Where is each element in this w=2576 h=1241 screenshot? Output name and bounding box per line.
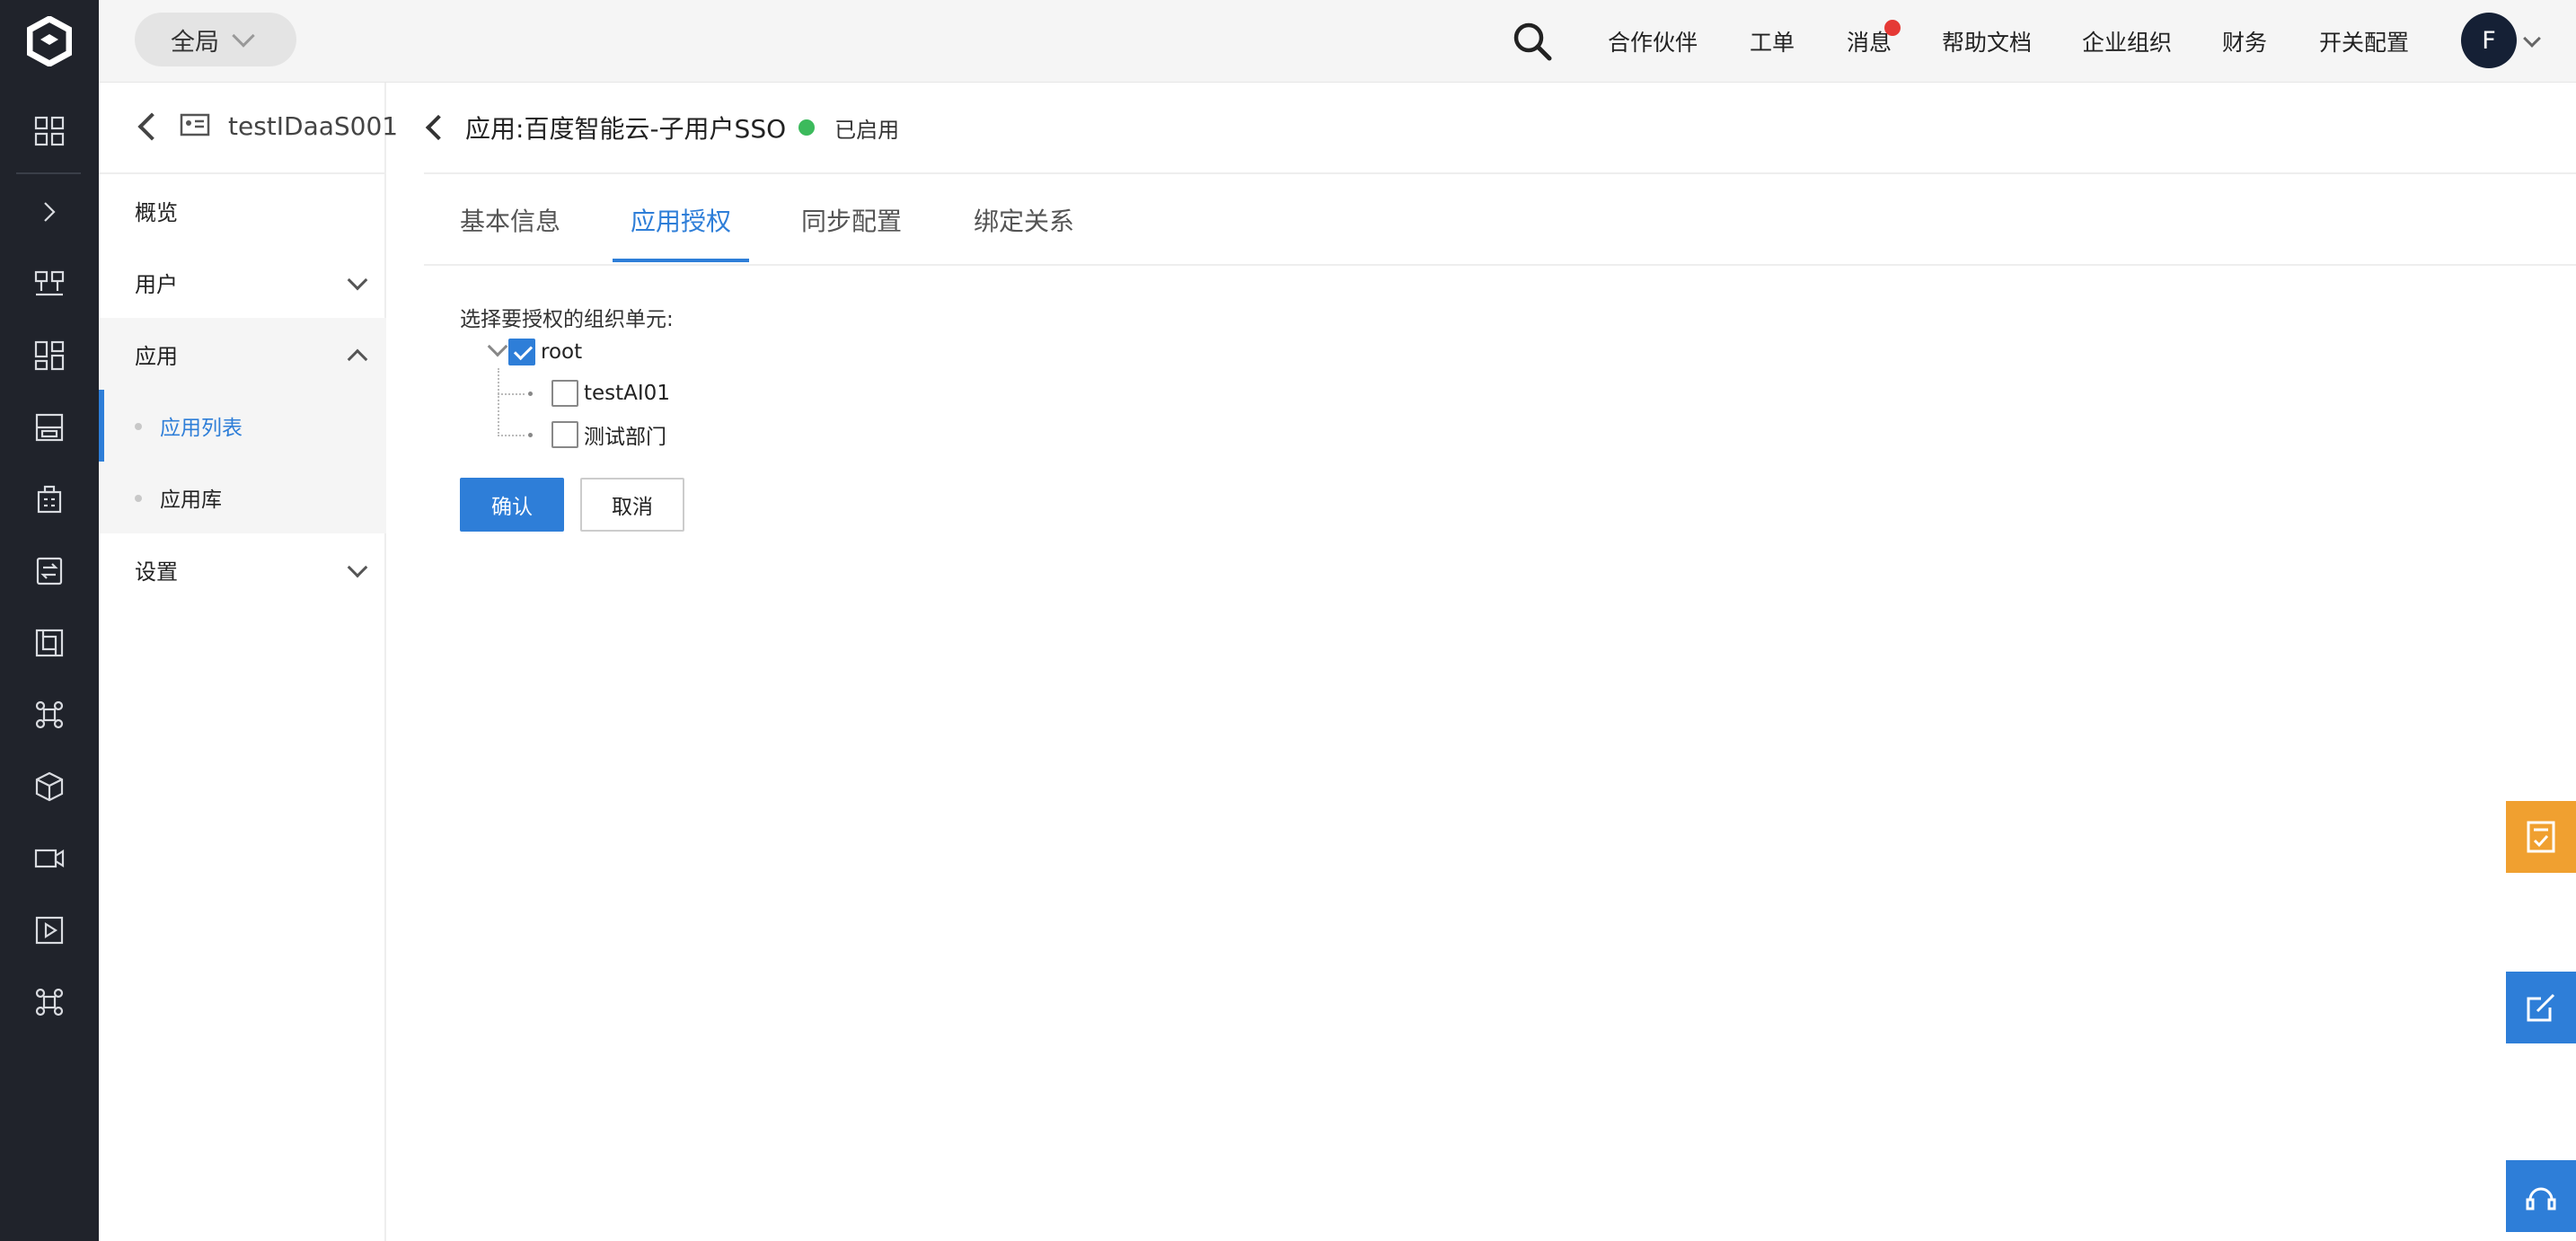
status-dot (798, 119, 816, 136)
app-name: 百度智能云-子用户SSO (524, 114, 787, 144)
user-avatar[interactable]: F (2461, 13, 2517, 68)
rail-sync-icon[interactable] (0, 544, 99, 598)
tree-guide-line (498, 368, 499, 436)
brand-logo[interactable] (0, 0, 99, 83)
instance-icon (180, 113, 210, 136)
child-checkbox[interactable] (551, 380, 578, 407)
nav-finance[interactable]: 财务 (2222, 0, 2267, 83)
top-bar: 全局 合作伙伴 工单 消息 帮助文档 企业组织 财务 开关配置 F (99, 0, 2576, 83)
nav-organization[interactable]: 企业组织 (2082, 0, 2172, 83)
main-content: 应用: 百度智能云-子用户SSO 已启用 基本信息 应用授权 同步配置 绑定关系… (388, 83, 2576, 1241)
search-icon[interactable] (1511, 20, 1554, 63)
rail-dashboard-icon[interactable] (0, 104, 99, 158)
chevron-down-icon (232, 24, 255, 48)
tree-guide-line (498, 435, 525, 436)
rail-shortcut-icon[interactable] (0, 975, 99, 1029)
sidebar-item-label: 设置 (135, 559, 178, 585)
bullet-dot (135, 423, 142, 430)
child-checkbox[interactable] (551, 421, 578, 448)
tab-bar: 基本信息 应用授权 同步配置 绑定关系 (424, 174, 2576, 266)
tab-binding[interactable]: 绑定关系 (974, 174, 1074, 266)
avatar-chevron-down-icon[interactable] (2523, 30, 2541, 48)
chevron-up-icon (347, 348, 368, 370)
sidebar-item-label: 应用列表 (160, 417, 243, 440)
tab-sync-config[interactable]: 同步配置 (801, 174, 902, 266)
rail-expand-chevron-icon[interactable] (0, 185, 99, 239)
sidebar-item-label: 应用 (135, 343, 178, 369)
tree-node-child[interactable]: testAI01 (551, 375, 670, 411)
sidebar-item-app-store[interactable]: 应用库 (99, 462, 386, 533)
chevron-down-icon (347, 269, 368, 291)
sidebar-item-label: 应用库 (160, 488, 222, 512)
tab-app-authorization[interactable]: 应用授权 (631, 174, 731, 266)
nav-messages[interactable]: 消息 (1847, 0, 1892, 83)
region-selector[interactable]: 全局 (135, 13, 296, 66)
message-badge (1884, 20, 1901, 36)
nav-tickets[interactable]: 工单 (1750, 0, 1795, 83)
sidebar-item-label: 用户 (135, 271, 178, 297)
float-support-button[interactable] (2506, 1160, 2576, 1232)
sidebar-item-users[interactable]: 用户 (99, 246, 386, 318)
sidebar-item-label: 概览 (135, 199, 178, 225)
tab-basic-info[interactable]: 基本信息 (460, 174, 560, 266)
back-arrow-icon[interactable] (137, 112, 166, 141)
rail-grid-icon[interactable] (0, 329, 99, 383)
sidebar-item-apps[interactable]: 应用 (99, 318, 386, 390)
tree-node-label: testAI01 (584, 382, 670, 405)
bullet-dot (135, 495, 142, 502)
nav-partners[interactable]: 合作伙伴 (1608, 0, 1698, 83)
nav-help-docs[interactable]: 帮助文档 (1942, 0, 2032, 83)
back-chevron-icon[interactable] (425, 114, 452, 141)
rail-video-icon[interactable] (0, 832, 99, 885)
breadcrumb: 应用: 百度智能云-子用户SSO 已启用 (424, 83, 899, 172)
rail-command-icon[interactable] (0, 688, 99, 742)
chevron-down-icon (347, 557, 368, 578)
rail-storage-icon[interactable] (0, 400, 99, 454)
section-label: 选择要授权的组织单元: (460, 308, 674, 331)
tree-leaf-dot (528, 433, 533, 437)
cancel-button[interactable]: 取消 (580, 478, 684, 532)
tree-leaf-dot (528, 392, 533, 396)
secondary-sidebar: testIDaaS001 概览 用户 应用 应用列表 应用库 设置 (99, 83, 398, 1241)
rail-play-icon[interactable] (0, 903, 99, 957)
checklist-icon (2527, 821, 2555, 853)
headset-icon (2526, 1187, 2556, 1210)
sidebar-item-overview[interactable]: 概览 (99, 174, 386, 246)
rail-frame-icon[interactable] (0, 616, 99, 670)
nav-switch-config[interactable]: 开关配置 (2319, 0, 2409, 83)
confirm-button[interactable]: 确认 (460, 478, 564, 532)
float-feedback-button[interactable] (2506, 972, 2576, 1043)
rail-divider (16, 172, 81, 174)
region-label: 全局 (171, 28, 219, 57)
tree-node-child[interactable]: 测试部门 (551, 417, 666, 453)
tree-collapse-chevron-icon[interactable] (487, 336, 508, 357)
sidebar-item-settings[interactable]: 设置 (99, 533, 386, 605)
tree-node-label: 测试部门 (584, 426, 666, 449)
tree-node-root[interactable]: root (508, 334, 582, 370)
tree-node-label: root (541, 340, 583, 364)
rail-network-icon[interactable] (0, 257, 99, 311)
left-rail (0, 0, 99, 1241)
rail-package-icon[interactable] (0, 760, 99, 814)
breadcrumb-prefix: 应用: (465, 114, 525, 144)
float-task-button[interactable] (2506, 801, 2576, 873)
sidebar-item-app-list[interactable]: 应用列表 (99, 390, 386, 462)
active-tab-underline (613, 259, 749, 262)
root-checkbox[interactable] (508, 339, 535, 365)
logo-icon (27, 16, 72, 66)
edit-icon (2527, 993, 2555, 1022)
sidebar-header: testIDaaS001 (99, 83, 398, 174)
rail-building-icon[interactable] (0, 472, 99, 526)
instance-title: testIDaaS001 (228, 111, 399, 141)
apps-group: 应用 应用列表 应用库 (99, 318, 386, 533)
status-badge: 已启用 (834, 117, 900, 143)
avatar-letter: F (2482, 26, 2496, 55)
tree-guide-line (498, 393, 525, 395)
